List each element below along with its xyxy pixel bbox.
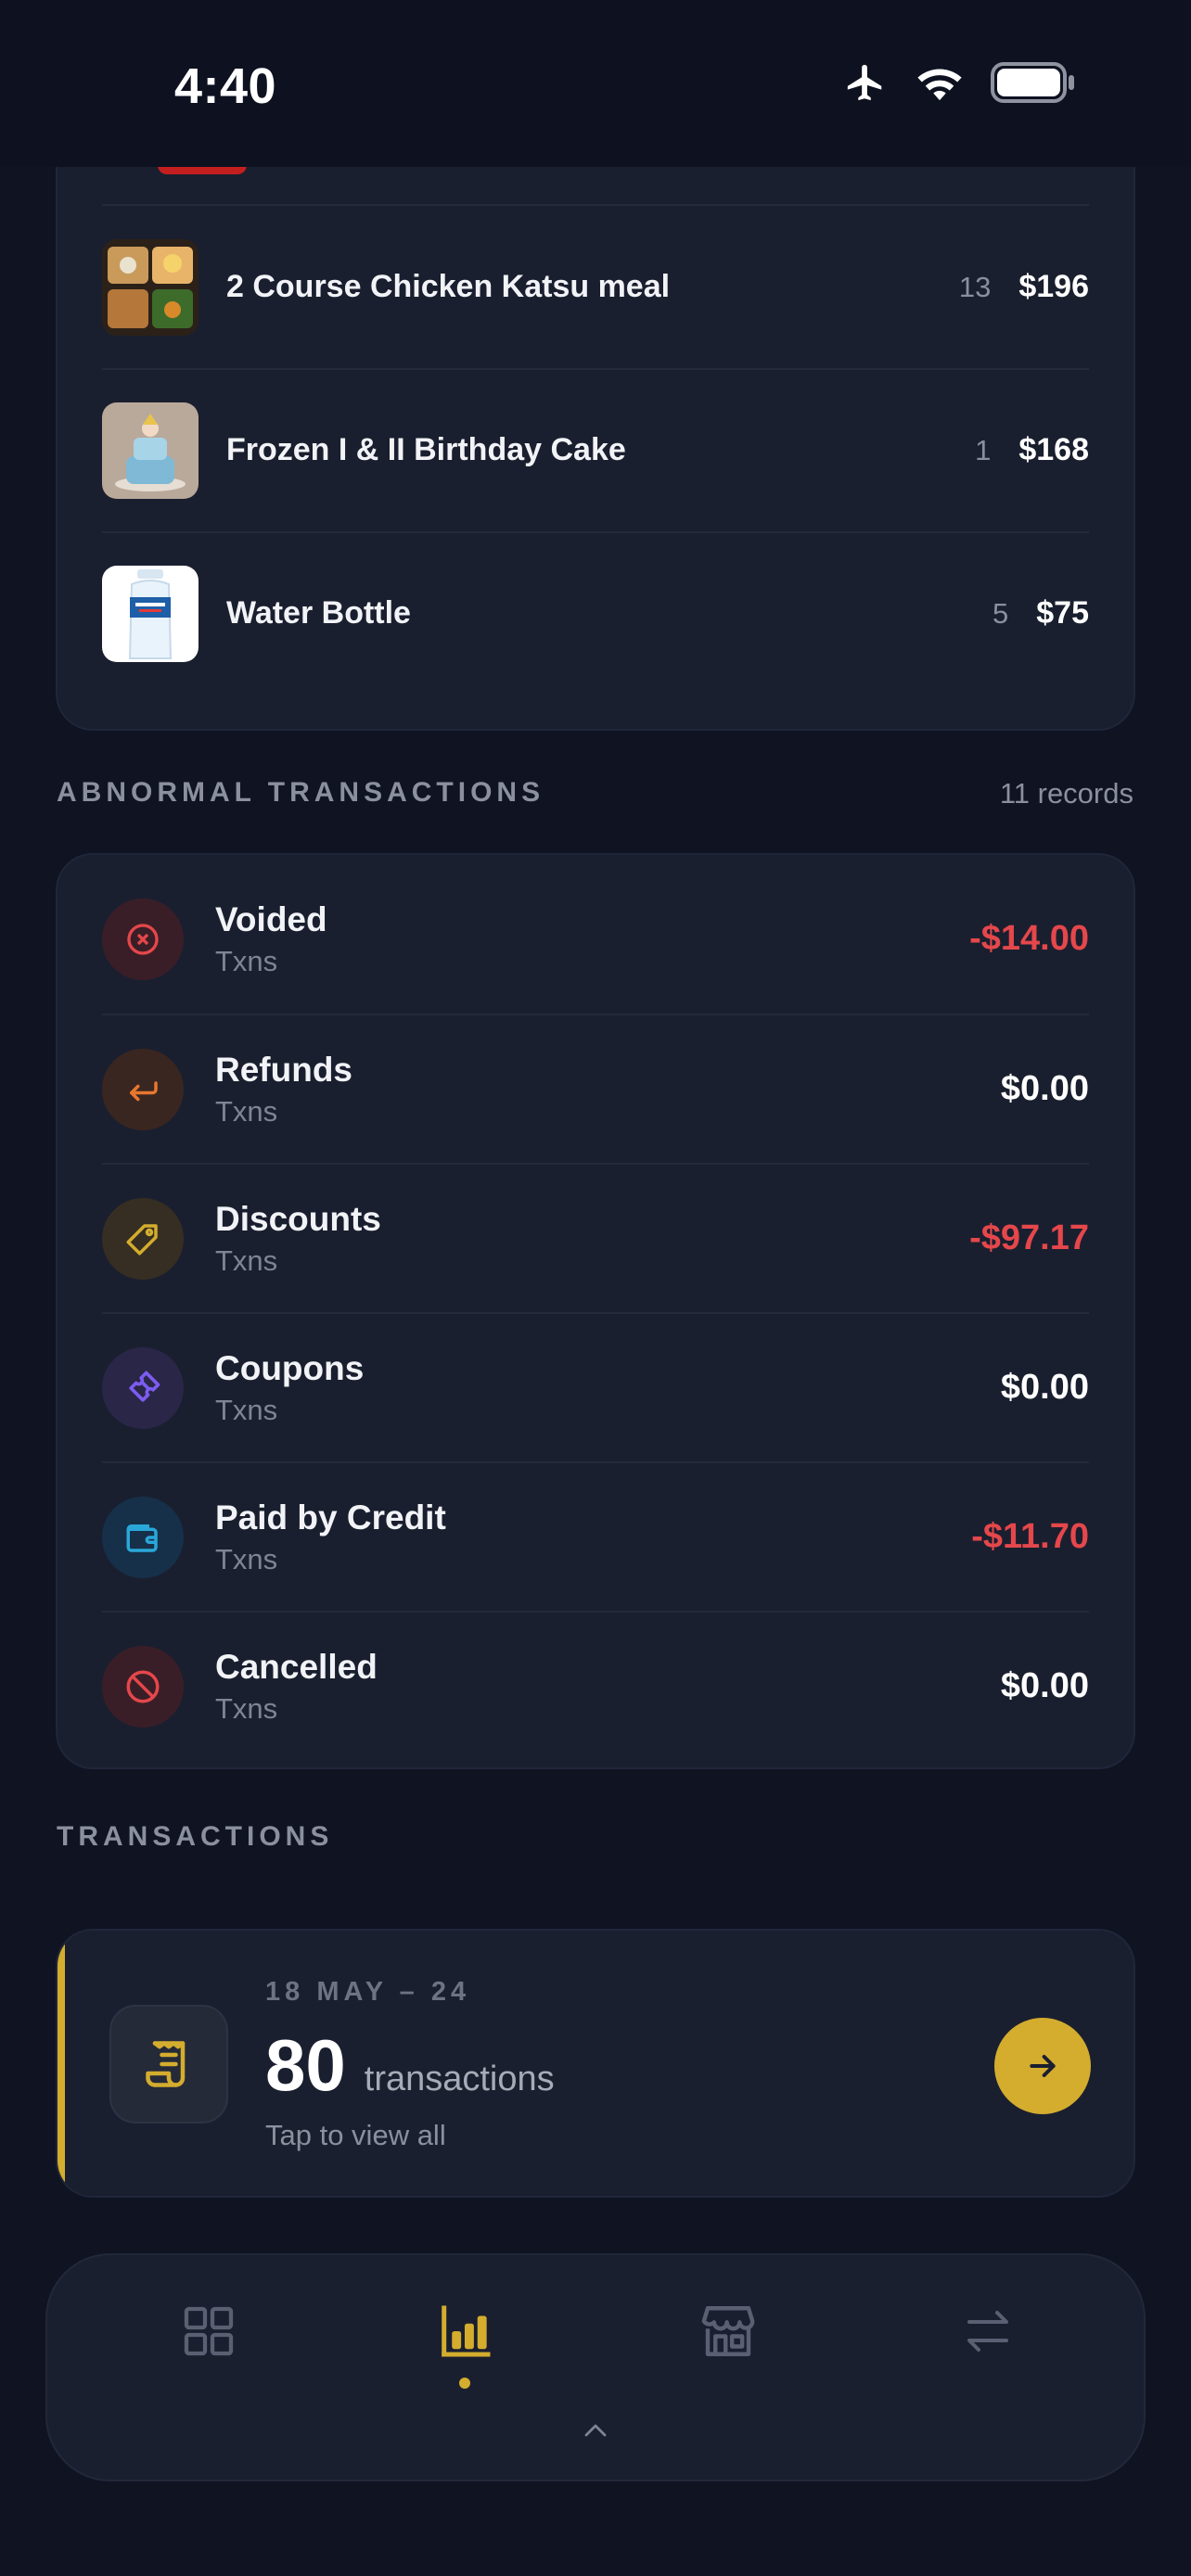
return-arrow-icon xyxy=(102,1048,184,1130)
nav-transfers[interactable] xyxy=(951,2294,1025,2368)
product-row[interactable]: Water Bottle 5 $75 xyxy=(102,532,1089,695)
product-price: $75 xyxy=(1036,595,1089,631)
product-row[interactable]: 2 Course Chicken Katsu meal 13 $196 xyxy=(102,206,1089,368)
transactions-date-range: 18 MAY – 24 xyxy=(265,1977,471,2007)
abnormal-sub: Txns xyxy=(215,1691,278,1725)
product-price: $168 xyxy=(1018,432,1089,467)
abnormal-label: Discounts xyxy=(215,1199,381,1238)
abnormal-section-title: ABNORMAL TRANSACTIONS xyxy=(57,777,545,808)
product-thumb-cake xyxy=(102,402,198,499)
transactions-card[interactable]: 18 MAY – 24 80 transactions Tap to view … xyxy=(56,1929,1135,2198)
bar-chart-icon xyxy=(442,2305,491,2357)
abnormal-sub: Txns xyxy=(215,1094,278,1128)
abnormal-label: Paid by Credit xyxy=(215,1498,446,1537)
top-products-card: 2 Course Chicken Katsu meal 13 $196 Froz… xyxy=(56,74,1135,731)
abnormal-row-cancelled[interactable]: Cancelled Txns $0.00 xyxy=(102,1612,1089,1761)
airplane-icon xyxy=(847,64,882,101)
abnormal-sub: Txns xyxy=(215,944,278,977)
abnormal-amount: $0.00 xyxy=(1000,1069,1089,1108)
abnormal-row-refunds[interactable]: Refunds Txns $0.00 xyxy=(102,1014,1089,1164)
accent-bar xyxy=(58,1931,65,2196)
abnormal-sub: Txns xyxy=(215,1243,278,1277)
page: 4:40 2 Course Chicken Katsu meal 13 $196… xyxy=(0,0,1191,2576)
product-price: $196 xyxy=(1018,269,1089,304)
store-icon xyxy=(701,2306,755,2356)
bottom-navigation xyxy=(45,2253,1146,2481)
battery-icon xyxy=(991,62,1074,103)
grid-icon xyxy=(184,2306,234,2356)
ticket-icon xyxy=(102,1346,184,1429)
abnormal-amount: -$14.00 xyxy=(969,919,1089,958)
ban-icon xyxy=(102,1645,184,1728)
status-bar: 4:40 xyxy=(0,0,1191,167)
chevron-up-icon xyxy=(584,2424,607,2437)
x-circle-icon xyxy=(102,898,184,980)
product-qty: 5 xyxy=(992,596,1009,630)
abnormal-transactions-card: Voided Txns -$14.00 Refunds Txns $0.00 D… xyxy=(56,853,1135,1769)
abnormal-amount: $0.00 xyxy=(1000,1368,1089,1407)
transactions-count-number: 80 xyxy=(265,2024,346,2106)
nav-store[interactable] xyxy=(691,2294,765,2368)
arrow-right-icon xyxy=(1030,2055,1056,2077)
transactions-count: 80 transactions xyxy=(265,2023,555,2108)
abnormal-label: Refunds xyxy=(215,1050,352,1089)
abnormal-amount: $0.00 xyxy=(1000,1666,1089,1705)
active-indicator xyxy=(459,2378,470,2389)
abnormal-records-count: 11 records xyxy=(999,777,1133,810)
wifi-icon xyxy=(917,69,962,101)
abnormal-label: Coupons xyxy=(215,1348,365,1387)
abnormal-row-discounts[interactable]: Discounts Txns -$97.17 xyxy=(102,1164,1089,1313)
product-thumb-katsu xyxy=(102,238,198,336)
abnormal-sub: Txns xyxy=(215,1393,278,1426)
abnormal-amount: -$11.70 xyxy=(971,1517,1089,1556)
status-icons xyxy=(842,61,1076,104)
abnormal-amount: -$97.17 xyxy=(969,1218,1089,1257)
tag-icon xyxy=(102,1197,184,1280)
abnormal-row-paid-by-credit[interactable]: Paid by Credit Txns -$11.70 xyxy=(102,1462,1089,1612)
product-qty: 1 xyxy=(975,433,992,466)
transactions-section-title: TRANSACTIONS xyxy=(57,1821,334,1852)
product-name: Water Bottle xyxy=(226,595,411,631)
nav-dashboard[interactable] xyxy=(172,2294,246,2368)
product-thumb-water xyxy=(102,565,198,662)
view-transactions-button[interactable] xyxy=(994,2018,1091,2114)
abnormal-sub: Txns xyxy=(215,1542,278,1575)
swap-arrows-icon xyxy=(967,2311,1008,2352)
expand-handle[interactable] xyxy=(582,2420,609,2445)
abnormal-label: Cancelled xyxy=(215,1647,378,1686)
transactions-hint: Tap to view all xyxy=(265,2119,446,2151)
abnormal-label: Voided xyxy=(215,899,327,938)
wallet-icon xyxy=(102,1496,184,1578)
product-qty: 13 xyxy=(958,270,992,303)
product-name: 2 Course Chicken Katsu meal xyxy=(226,269,671,304)
transactions-count-unit: transactions xyxy=(364,2060,555,2098)
abnormal-row-voided[interactable]: Voided Txns -$14.00 xyxy=(102,864,1089,1014)
product-name: Frozen I & II Birthday Cake xyxy=(226,432,626,467)
nav-reports[interactable] xyxy=(428,2294,502,2368)
status-time: 4:40 xyxy=(174,58,277,114)
abnormal-row-coupons[interactable]: Coupons Txns $0.00 xyxy=(102,1313,1089,1462)
product-row[interactable]: Frozen I & II Birthday Cake 1 $168 xyxy=(102,369,1089,531)
receipt-icon xyxy=(109,2005,228,2123)
